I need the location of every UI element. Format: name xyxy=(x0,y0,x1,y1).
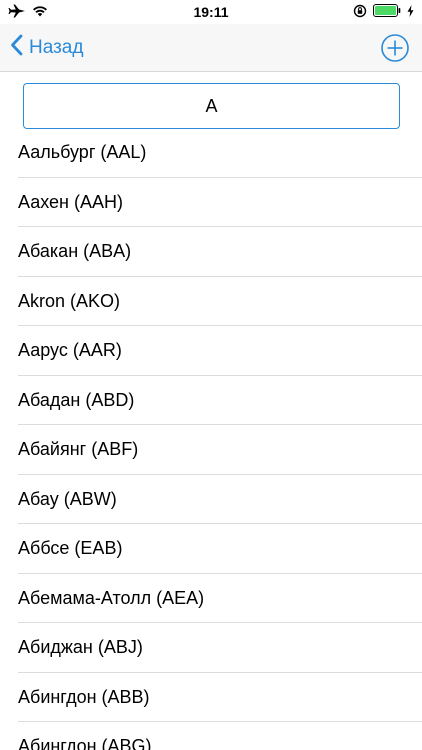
list-item[interactable]: Akron (AKO) xyxy=(0,277,422,327)
battery-icon xyxy=(373,4,401,20)
list-item-label: Абингдон (ABG) xyxy=(18,736,152,750)
list-item[interactable]: Абингдон (ABB) xyxy=(0,673,422,723)
search-input[interactable] xyxy=(23,83,400,129)
list-item[interactable]: Абиджан (ABJ) xyxy=(0,623,422,673)
list-item-label: Абиджан (ABJ) xyxy=(18,637,143,658)
list-item-label: Абадан (ABD) xyxy=(18,389,135,410)
list-item-label: Абакан (ABA) xyxy=(18,241,132,262)
list-item[interactable]: Аббсе (EAB) xyxy=(0,524,422,574)
list-item-label: Абайянг (ABF) xyxy=(18,439,139,460)
list-item[interactable]: Аарус (AAR) xyxy=(0,326,422,376)
add-button[interactable] xyxy=(380,33,410,63)
status-right xyxy=(353,4,414,21)
airport-list: Аальбург (AAL) Аахен (AAH) Абакан (ABA) Akr… xyxy=(0,128,422,750)
list-item-label: Аальбург (AAL) xyxy=(18,142,147,163)
airplane-icon xyxy=(8,4,26,21)
back-label: Назад xyxy=(29,36,84,58)
list-item[interactable]: Абау (ABW) xyxy=(0,475,422,525)
list-item[interactable]: Абайянг (ABF) xyxy=(0,425,422,475)
list-item-label: Абингдон (ABB) xyxy=(18,686,150,707)
back-button[interactable]: Назад xyxy=(10,34,83,61)
list-item-label: Абемама-Атолл (AEA) xyxy=(18,587,205,608)
wifi-icon xyxy=(32,4,48,20)
list-item[interactable]: Аальбург (AAL) xyxy=(0,128,422,178)
list-item-label: Абау (ABW) xyxy=(18,488,117,509)
list-item[interactable]: Абемама-Атолл (AEA) xyxy=(0,574,422,624)
list-item[interactable]: Аахен (AAH) xyxy=(0,178,422,228)
list-item[interactable]: Абадан (ABD) xyxy=(0,376,422,426)
chevron-left-icon xyxy=(10,34,23,61)
navigation-bar: Назад xyxy=(0,24,422,72)
list-item-label: Аарус (AAR) xyxy=(18,340,122,361)
status-left xyxy=(8,4,48,21)
list-item[interactable]: Абакан (ABA) xyxy=(0,227,422,277)
list-item-label: Аахен (AAH) xyxy=(18,191,123,212)
list-item-label: Akron (AKO) xyxy=(18,290,121,311)
orientation-lock-icon xyxy=(353,4,367,21)
list-item[interactable]: Абингдон (ABG) xyxy=(0,722,422,750)
search-container xyxy=(0,72,422,134)
charging-icon xyxy=(407,4,414,20)
list-item-label: Аббсе (EAB) xyxy=(18,538,123,559)
status-bar: 19:11 xyxy=(0,0,422,24)
plus-circle-icon xyxy=(381,33,409,62)
